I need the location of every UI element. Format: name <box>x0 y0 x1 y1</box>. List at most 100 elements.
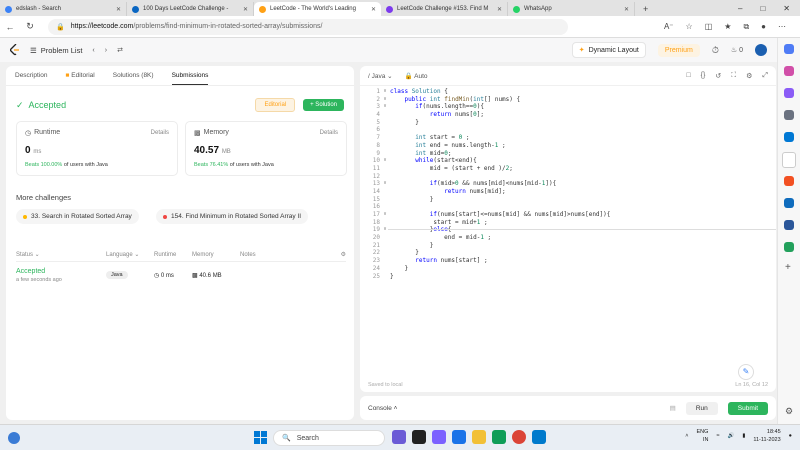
runtime-card[interactable]: ◷ Runtime Details 0 ms Beats 100.00% of u… <box>16 121 178 176</box>
close-tab-icon[interactable]: ✕ <box>371 6 376 13</box>
code-line[interactable]: 3 ∨ if(nums.length==0){ <box>360 103 776 111</box>
fold-chevron-icon[interactable]: ∨ <box>380 103 390 111</box>
auto-mode-toggle[interactable]: 🔒 Auto <box>405 72 428 80</box>
volume-icon[interactable]: 🔊 <box>727 433 734 439</box>
code-line[interactable]: 5 } <box>360 119 776 127</box>
clock[interactable]: 18:45 11-11-2023 <box>753 428 780 444</box>
avatar[interactable] <box>755 44 767 56</box>
terminal-icon[interactable]: ▤ <box>670 404 676 412</box>
task-view-icon[interactable] <box>412 430 426 444</box>
code-line[interactable]: 12 <box>360 173 776 181</box>
row-status[interactable]: Accepted <box>16 268 106 275</box>
taskbar-search[interactable]: 🔍 Search <box>273 430 385 446</box>
fold-chevron-icon[interactable]: ∨ <box>380 226 390 234</box>
office-icon[interactable] <box>784 132 794 142</box>
code-line[interactable]: 25} <box>360 273 776 281</box>
games-icon[interactable] <box>784 110 794 120</box>
shopping-icon[interactable] <box>784 66 794 76</box>
fold-chevron-icon[interactable]: ∨ <box>380 211 390 219</box>
send-icon[interactable] <box>784 220 794 230</box>
add-solution-button[interactable]: + Solution <box>303 99 344 111</box>
chrome-icon[interactable] <box>512 430 526 444</box>
minimize-icon[interactable]: – <box>738 4 742 13</box>
shuffle-icon[interactable]: ⇄ <box>117 46 123 54</box>
refresh-icon[interactable]: ↻ <box>20 21 40 32</box>
code-line[interactable]: 18 start = mid+1 ; <box>360 219 776 227</box>
submit-button[interactable]: Submit <box>727 401 768 415</box>
code-line[interactable]: 4 return nums[0]; <box>360 111 776 119</box>
code-line[interactable]: 1 ∨ class Solution { <box>360 88 776 96</box>
language-indicator[interactable]: ENG IN <box>697 428 709 444</box>
browser-tab[interactable]: LeetCode Challenge #153. Find M ✕ <box>381 2 508 16</box>
memory-details-link[interactable]: Details <box>320 130 338 136</box>
fold-chevron-icon[interactable]: ∨ <box>380 157 390 165</box>
run-button[interactable]: Run <box>685 401 718 415</box>
memory-card[interactable]: ▩ Memory Details 40.57 MB Beats 76.41% of… <box>185 121 347 176</box>
code-line[interactable]: 9 int mid=0; <box>360 150 776 158</box>
code-line[interactable]: 15 } <box>360 196 776 204</box>
wifi-icon[interactable]: ≈ <box>716 433 719 439</box>
fold-chevron-icon[interactable]: ∨ <box>380 180 390 188</box>
browser-tab[interactable]: WhatsApp ✕ <box>508 2 635 16</box>
close-tab-icon[interactable]: ✕ <box>116 6 121 13</box>
code-line[interactable]: 19∨ }else{ <box>360 226 776 234</box>
search-icon[interactable] <box>784 44 794 54</box>
console-toggle[interactable]: Console ˄ <box>368 405 397 412</box>
tab-description[interactable]: Description <box>15 72 48 79</box>
runtime-details-link[interactable]: Details <box>151 130 169 136</box>
vscode-icon[interactable] <box>532 430 546 444</box>
table-row[interactable]: Accepted a few seconds ago Java ◷ 0 ms ▩ … <box>16 262 346 288</box>
code-line[interactable]: 8 int end = nums.length-1 ; <box>360 142 776 150</box>
windows-start-icon[interactable] <box>254 431 267 444</box>
code-line[interactable]: 2 ∨ public int findMin(int[] nums) { <box>360 96 776 104</box>
editor-settings-icon[interactable]: ⚙ <box>746 72 752 80</box>
timer-icon[interactable]: ⏱ <box>712 45 719 56</box>
store-icon[interactable] <box>492 430 506 444</box>
fold-chevron-icon[interactable]: ∨ <box>380 96 390 104</box>
close-tab-icon[interactable]: ✕ <box>497 6 502 13</box>
code-line[interactable]: 20 end = mid-1 ; <box>360 234 776 242</box>
sidebar-settings-icon[interactable]: ⚙ <box>785 406 793 417</box>
code-line[interactable]: 7 int start = 0 ; <box>360 134 776 142</box>
code-area[interactable]: 1 ∨ class Solution {2 ∨ public int findMin(… <box>360 88 776 280</box>
chevron-up-icon[interactable]: ˄ <box>685 433 688 439</box>
code-line[interactable]: 11 mid = (start + end )/2; <box>360 165 776 173</box>
code-line[interactable]: 24 } <box>360 265 776 273</box>
url-field[interactable]: 🔒 https://leetcode.com/problems/find-min… <box>48 18 568 35</box>
maximize-icon[interactable]: □ <box>760 4 765 13</box>
split-screen-icon[interactable]: ◫ <box>705 22 713 32</box>
chat-icon[interactable]: ✎ <box>738 364 754 380</box>
profile-icon[interactable]: ● <box>761 22 766 32</box>
code-line[interactable]: 10 ∨ while(start<end){ <box>360 157 776 165</box>
tab-solutions[interactable]: Solutions (8K) <box>113 72 154 79</box>
tab-editorial[interactable]: ■ Editorial <box>66 72 95 79</box>
editorial-button[interactable]: Editorial <box>255 98 296 112</box>
more-options-icon[interactable]: ⋯ <box>778 22 786 32</box>
code-line[interactable]: 17 ∨ if(nums[start]<=nums[mid] && nums[mi… <box>360 211 776 219</box>
braces-icon[interactable]: {} <box>701 72 706 80</box>
language-select[interactable]: / Java ⌄ <box>368 72 393 80</box>
file-explorer-icon[interactable] <box>472 430 486 444</box>
expand-icon[interactable]: ⤢ <box>762 72 768 80</box>
read-aloud-icon[interactable]: A⁻ <box>664 22 674 32</box>
tree-icon[interactable] <box>784 242 794 252</box>
add-icon[interactable]: + <box>785 262 791 273</box>
edge-icon[interactable] <box>452 430 466 444</box>
browser-tab[interactable]: edslash - Search ✕ <box>0 2 127 16</box>
page-icon[interactable] <box>782 152 796 168</box>
settings-icon[interactable]: ⚙ <box>341 251 346 258</box>
close-tab-icon[interactable]: ✕ <box>243 6 248 13</box>
code-line[interactable]: 6 <box>360 126 776 134</box>
language-column-header[interactable]: Language ⌄ <box>106 251 154 258</box>
code-line[interactable]: 14 return nums[mid]; <box>360 188 776 196</box>
reset-icon[interactable]: ↺ <box>715 72 721 80</box>
code-line[interactable]: 16 <box>360 203 776 211</box>
browser-tab[interactable]: 100 Days LeetCode Challenge - ✕ <box>127 2 254 16</box>
bookmark-icon[interactable]: □ <box>686 72 690 80</box>
code-line[interactable]: 23 return nums[start] ; <box>360 257 776 265</box>
close-tab-icon[interactable]: ✕ <box>624 6 629 13</box>
status-column-header[interactable]: Status ⌄ <box>16 251 106 258</box>
battery-icon[interactable]: ▮ <box>742 433 745 439</box>
close-window-icon[interactable]: ✕ <box>783 4 790 13</box>
fullscreen-toggle-icon[interactable]: ⛶ <box>731 72 736 80</box>
